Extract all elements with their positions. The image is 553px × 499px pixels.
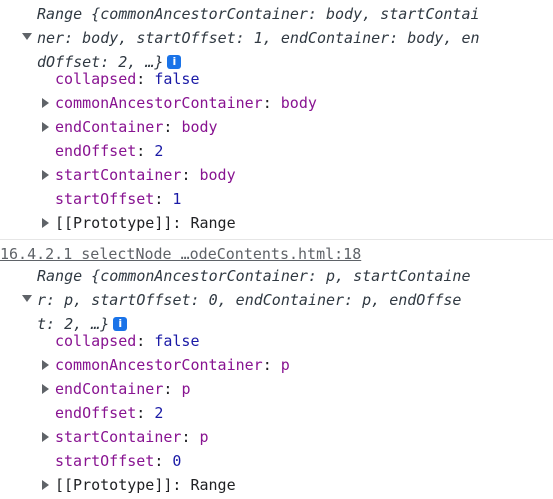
property-colon: : xyxy=(136,70,155,88)
property-row: endOffset: 2 xyxy=(55,139,163,163)
property-value: p xyxy=(199,428,209,446)
property-row[interactable]: endContainer: body xyxy=(55,115,218,139)
property-colon: : xyxy=(172,214,191,232)
expand-arrow-right-icon[interactable] xyxy=(42,384,49,394)
property-colon: : xyxy=(136,142,155,160)
property-row: startOffset: 1 xyxy=(55,187,181,211)
property-key: commonAncestorContainer xyxy=(55,356,263,374)
expand-arrow-right-icon[interactable] xyxy=(42,432,49,442)
property-key: endOffset xyxy=(55,404,137,422)
property-value: body xyxy=(280,94,317,112)
console-log-entry-1: Range {commonAncestorContainer: body, st… xyxy=(0,0,553,239)
object-summary-line-2[interactable]: r: p, startOffset: 0, endContainer: p, e… xyxy=(37,288,461,312)
property-key: startContainer xyxy=(55,428,182,446)
property-colon: : xyxy=(163,118,182,136)
property-colon: : xyxy=(181,428,200,446)
property-colon: : xyxy=(262,94,281,112)
property-key: endOffset xyxy=(55,142,137,160)
object-summary-line-2[interactable]: ner: body, startOffset: 1, endContainer:… xyxy=(37,26,480,50)
property-key: [[Prototype]] xyxy=(55,476,173,494)
property-value: 0 xyxy=(172,452,182,470)
property-colon: : xyxy=(136,332,155,350)
property-row: endOffset: 2 xyxy=(55,401,163,425)
property-value: p xyxy=(280,356,290,374)
property-key: [[Prototype]] xyxy=(55,214,173,232)
property-colon: : xyxy=(136,404,155,422)
property-colon: : xyxy=(163,380,182,398)
expand-arrow-right-icon[interactable] xyxy=(42,480,49,490)
expand-arrow-right-icon[interactable] xyxy=(42,218,49,228)
property-colon: : xyxy=(181,166,200,184)
property-colon: : xyxy=(262,356,281,374)
property-row: collapsed: false xyxy=(55,67,200,91)
expand-arrow-down-icon[interactable] xyxy=(22,33,32,40)
property-row[interactable]: endContainer: p xyxy=(55,377,190,401)
property-key: startContainer xyxy=(55,166,182,184)
property-key: endContainer xyxy=(55,118,164,136)
property-value: body xyxy=(181,118,218,136)
property-colon: : xyxy=(154,190,173,208)
source-link[interactable]: 16.4.2.1 selectNode …odeContents.html:18 xyxy=(0,242,512,266)
expand-arrow-right-icon[interactable] xyxy=(42,170,49,180)
expand-arrow-right-icon[interactable] xyxy=(42,98,49,108)
expand-arrow-down-icon[interactable] xyxy=(22,295,32,302)
property-row: collapsed: false xyxy=(55,329,200,353)
property-value: false xyxy=(154,70,200,88)
property-key: endContainer xyxy=(55,380,164,398)
property-key: collapsed xyxy=(55,332,137,350)
property-row[interactable]: commonAncestorContainer: p xyxy=(55,353,290,377)
expand-arrow-right-icon[interactable] xyxy=(42,360,49,370)
property-colon: : xyxy=(154,452,173,470)
property-row[interactable]: [[Prototype]]: Range xyxy=(55,211,236,235)
property-key: startOffset xyxy=(55,190,155,208)
object-summary-line-1[interactable]: Range {commonAncestorContainer: body, st… xyxy=(37,2,480,26)
property-value: 2 xyxy=(154,404,164,422)
property-row: startOffset: 0 xyxy=(55,449,181,473)
property-row[interactable]: [[Prototype]]: Range xyxy=(55,473,236,497)
property-key: collapsed xyxy=(55,70,137,88)
property-value: Range xyxy=(190,214,236,232)
expand-arrow-right-icon[interactable] xyxy=(42,122,49,132)
property-value: 1 xyxy=(172,190,182,208)
property-colon: : xyxy=(172,476,191,494)
property-value: 2 xyxy=(154,142,164,160)
property-row[interactable]: commonAncestorContainer: body xyxy=(55,91,317,115)
console-log-entry-2: 16.4.2.1 selectNode …odeContents.html:18… xyxy=(0,239,553,499)
property-row[interactable]: startContainer: body xyxy=(55,163,236,187)
property-key: startOffset xyxy=(55,452,155,470)
object-summary-line-1[interactable]: Range {commonAncestorContainer: p, start… xyxy=(37,264,470,288)
property-value: false xyxy=(154,332,200,350)
property-value: body xyxy=(199,166,236,184)
property-row[interactable]: startContainer: p xyxy=(55,425,209,449)
property-value: p xyxy=(181,380,191,398)
property-key: commonAncestorContainer xyxy=(55,94,263,112)
property-value: Range xyxy=(190,476,236,494)
